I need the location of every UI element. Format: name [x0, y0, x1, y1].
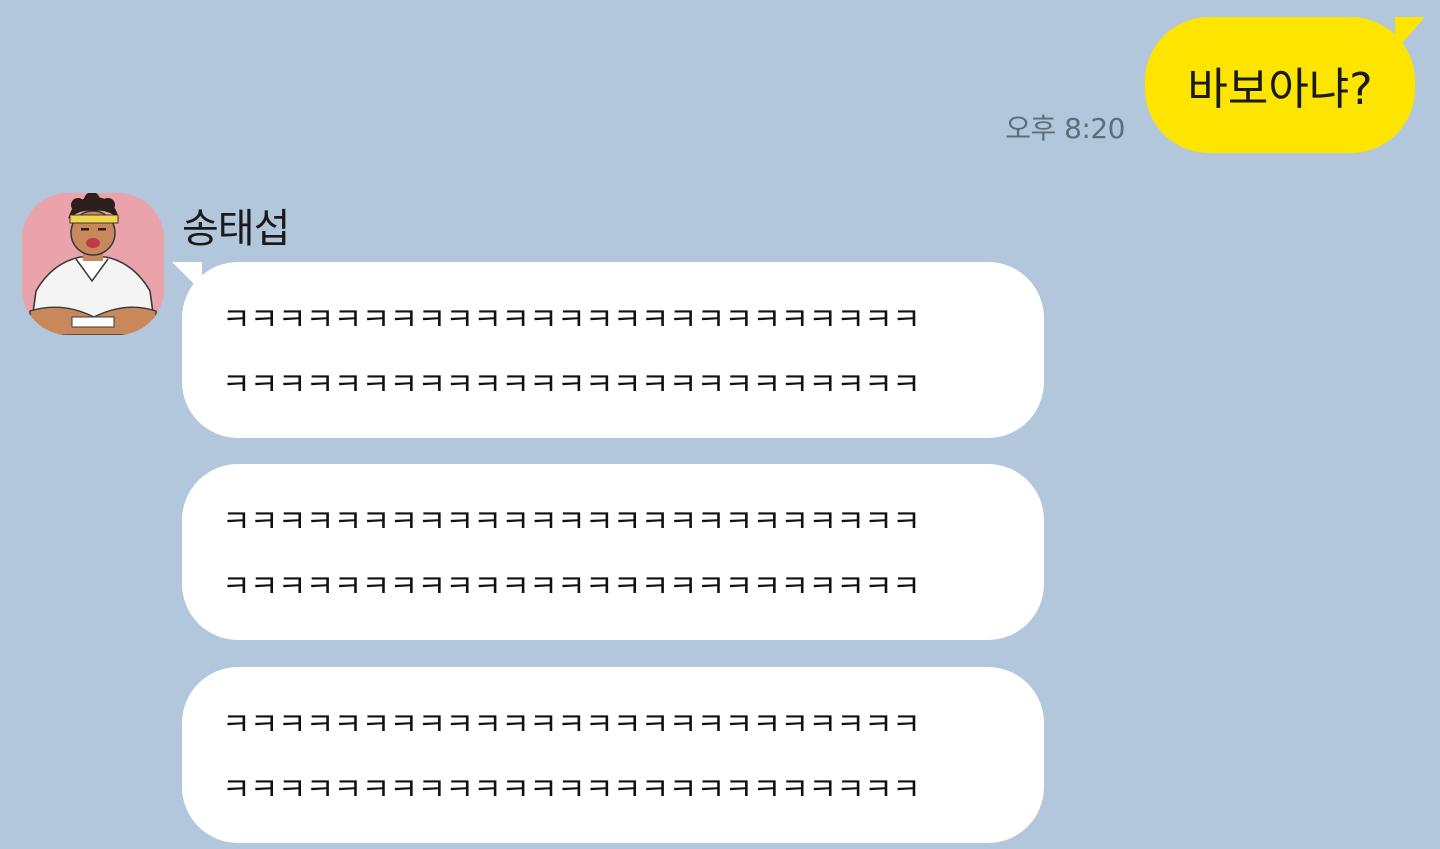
- outgoing-message-text: 바보아냐?: [1187, 64, 1373, 115]
- sender-name[interactable]: 송태섭: [182, 196, 290, 254]
- incoming-message-bubble[interactable]: ㅋㅋㅋㅋㅋㅋㅋㅋㅋㅋㅋㅋㅋㅋㅋㅋㅋㅋㅋㅋㅋㅋㅋㅋㅋ ㅋㅋㅋㅋㅋㅋㅋㅋㅋㅋㅋㅋㅋㅋ…: [172, 262, 1044, 438]
- outgoing-message-row: 오후 8:20 바보아냐?: [1005, 17, 1425, 153]
- message-line: ㅋㅋㅋㅋㅋㅋㅋㅋㅋㅋㅋㅋㅋㅋㅋㅋㅋㅋㅋㅋㅋㅋㅋㅋㅋ: [222, 367, 921, 403]
- chat-area[interactable]: 오후 8:20 바보아냐? 송태섭 ㅋㅋㅋㅋㅋㅋㅋㅋㅋㅋㅋㅋㅋㅋㅋㅋㅋㅋㅋㅋㅋㅋ…: [0, 0, 1440, 849]
- incoming-message-bubble[interactable]: ㅋㅋㅋㅋㅋㅋㅋㅋㅋㅋㅋㅋㅋㅋㅋㅋㅋㅋㅋㅋㅋㅋㅋㅋㅋ ㅋㅋㅋㅋㅋㅋㅋㅋㅋㅋㅋㅋㅋㅋ…: [182, 464, 1044, 640]
- message-line: ㅋㅋㅋㅋㅋㅋㅋㅋㅋㅋㅋㅋㅋㅋㅋㅋㅋㅋㅋㅋㅋㅋㅋㅋㅋ: [222, 707, 921, 743]
- incoming-message-bubble[interactable]: ㅋㅋㅋㅋㅋㅋㅋㅋㅋㅋㅋㅋㅋㅋㅋㅋㅋㅋㅋㅋㅋㅋㅋㅋㅋ ㅋㅋㅋㅋㅋㅋㅋㅋㅋㅋㅋㅋㅋㅋ…: [182, 667, 1044, 843]
- bubble-tail: [172, 262, 202, 292]
- message-line: ㅋㅋㅋㅋㅋㅋㅋㅋㅋㅋㅋㅋㅋㅋㅋㅋㅋㅋㅋㅋㅋㅋㅋㅋㅋ: [222, 302, 921, 338]
- message-line: ㅋㅋㅋㅋㅋㅋㅋㅋㅋㅋㅋㅋㅋㅋㅋㅋㅋㅋㅋㅋㅋㅋㅋㅋㅋ: [222, 569, 921, 605]
- cartoon-avatar-icon[interactable]: [22, 193, 164, 335]
- message-line: ㅋㅋㅋㅋㅋㅋㅋㅋㅋㅋㅋㅋㅋㅋㅋㅋㅋㅋㅋㅋㅋㅋㅋㅋㅋ: [222, 504, 921, 540]
- bubble-tail: [1395, 17, 1425, 51]
- message-line: ㅋㅋㅋㅋㅋㅋㅋㅋㅋㅋㅋㅋㅋㅋㅋㅋㅋㅋㅋㅋㅋㅋㅋㅋㅋ: [222, 772, 921, 808]
- outgoing-message-bubble[interactable]: 바보아냐?: [1145, 17, 1425, 153]
- message-timestamp: 오후 8:20: [1005, 112, 1125, 145]
